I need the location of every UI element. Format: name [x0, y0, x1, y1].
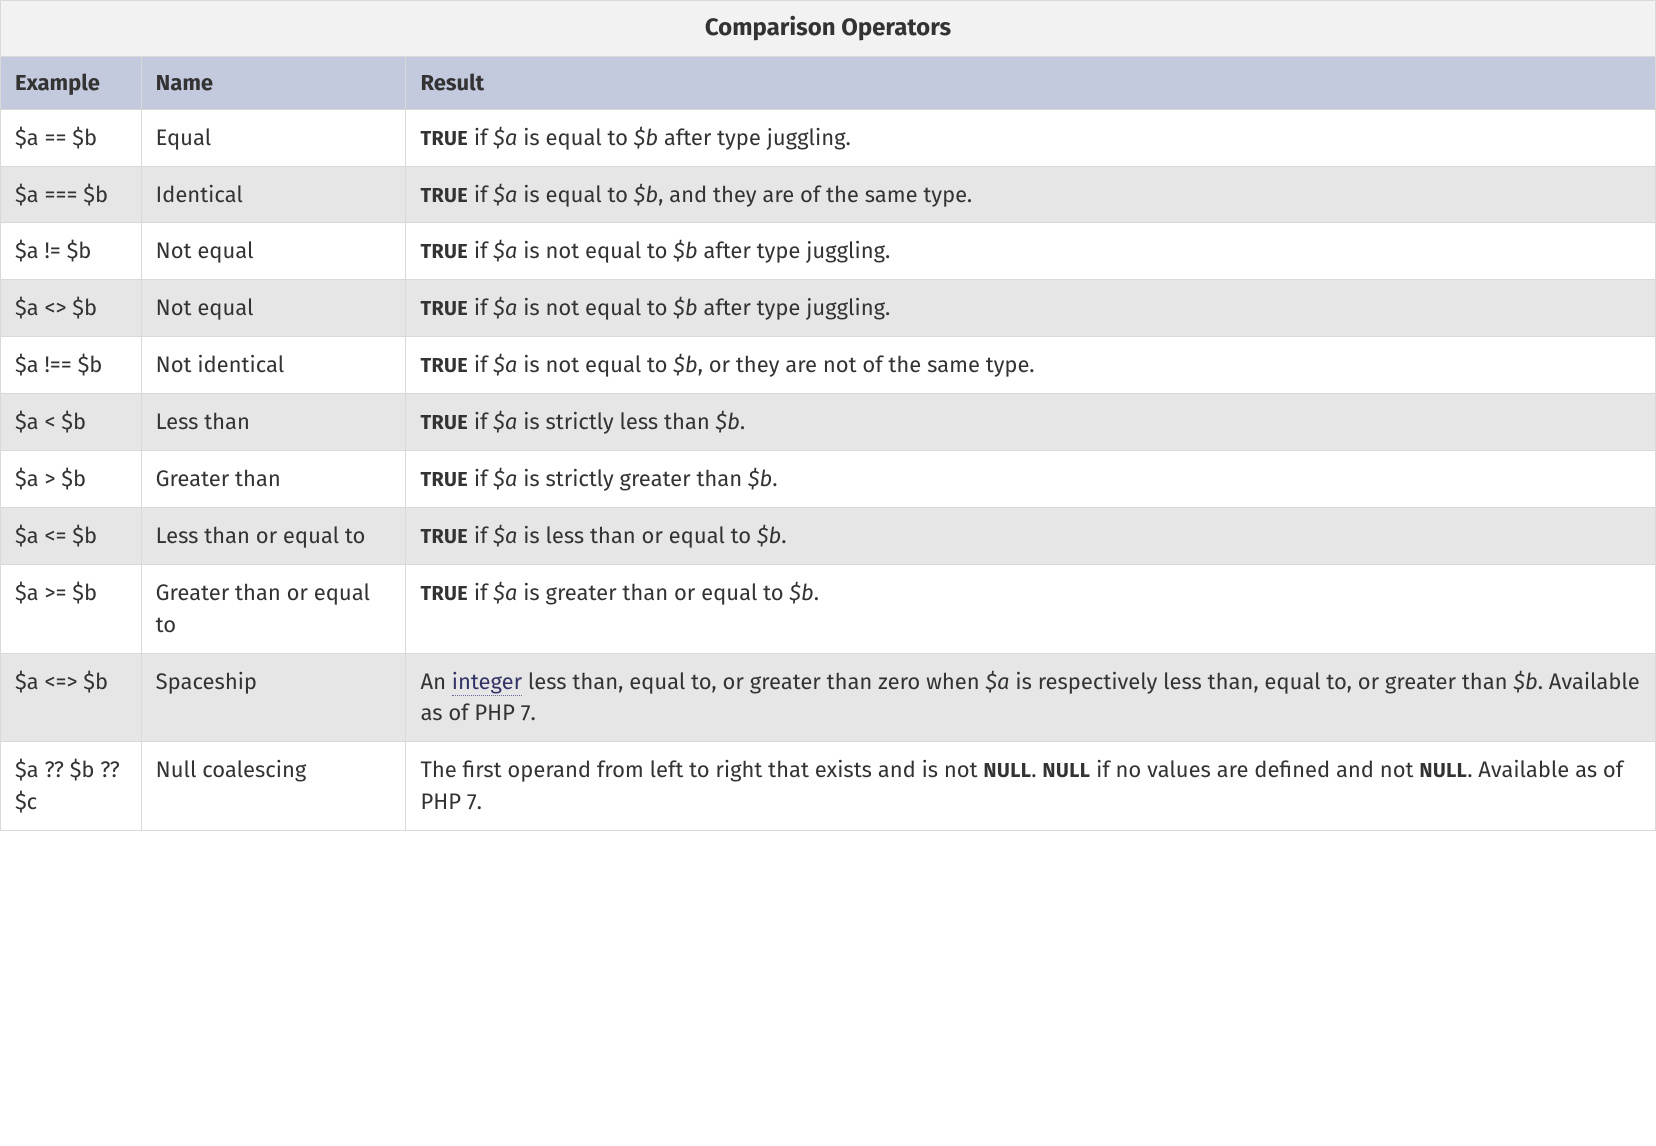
- variable: $a: [493, 124, 517, 151]
- comparison-operators-table: Comparison Operators Example Name Result…: [0, 0, 1656, 831]
- keyword-true: true: [420, 468, 468, 492]
- cell-example: $a != $b: [1, 223, 142, 280]
- cell-name: Less than or equal to: [141, 507, 406, 564]
- table-caption: Comparison Operators: [0, 0, 1656, 56]
- cell-example: $a <= $b: [1, 507, 142, 564]
- cell-example: $a > $b: [1, 451, 142, 508]
- cell-name: Not equal: [141, 280, 406, 337]
- variable: $a: [493, 237, 517, 264]
- cell-result: true if $a is less than or equal to $b.: [406, 507, 1656, 564]
- keyword-true: true: [420, 411, 468, 435]
- keyword-true: true: [420, 240, 468, 264]
- cell-example: $a <> $b: [1, 280, 142, 337]
- header-name: Name: [141, 56, 406, 109]
- variable: $a: [493, 579, 517, 606]
- table-row: $a <> $bNot equaltrue if $a is not equal…: [1, 280, 1656, 337]
- variable: $a: [493, 408, 517, 435]
- cell-result: An integer less than, equal to, or great…: [406, 653, 1656, 742]
- keyword-true: true: [420, 525, 468, 549]
- cell-example: $a !== $b: [1, 337, 142, 394]
- variable: $b: [673, 237, 697, 264]
- keyword-null: null: [1419, 759, 1467, 783]
- variable: $b: [673, 294, 697, 321]
- variable: $b: [716, 408, 740, 435]
- table-row: $a !== $bNot identicaltrue if $a is not …: [1, 337, 1656, 394]
- cell-name: Greater than: [141, 451, 406, 508]
- keyword-true: true: [420, 582, 468, 606]
- table-row: $a < $bLess thantrue if $a is strictly l…: [1, 394, 1656, 451]
- table-row: $a > $bGreater thantrue if $a is strictl…: [1, 451, 1656, 508]
- variable: $a: [493, 294, 517, 321]
- cell-name: Equal: [141, 109, 406, 166]
- cell-name: Not identical: [141, 337, 406, 394]
- variable: $a: [493, 351, 517, 378]
- cell-result: true if $a is equal to $b, and they are …: [406, 166, 1656, 223]
- header-example: Example: [1, 56, 142, 109]
- cell-name: Null coalescing: [141, 742, 406, 831]
- cell-name: Not equal: [141, 223, 406, 280]
- cell-result: true if $a is not equal to $b, or they a…: [406, 337, 1656, 394]
- cell-example: $a <=> $b: [1, 653, 142, 742]
- variable: $a: [493, 522, 517, 549]
- header-result: Result: [406, 56, 1656, 109]
- table-row: $a <= $bLess than or equal totrue if $a …: [1, 507, 1656, 564]
- keyword-true: true: [420, 127, 468, 151]
- cell-example: $a >= $b: [1, 564, 142, 653]
- cell-name: Identical: [141, 166, 406, 223]
- cell-result: true if $a is strictly less than $b.: [406, 394, 1656, 451]
- variable: $b: [673, 351, 697, 378]
- cell-example: $a ?? $b ?? $c: [1, 742, 142, 831]
- cell-name: Less than: [141, 394, 406, 451]
- table-header-row: Example Name Result: [1, 56, 1656, 109]
- variable: $a: [986, 668, 1010, 695]
- cell-result: true if $a is greater than or equal to $…: [406, 564, 1656, 653]
- keyword-true: true: [420, 354, 468, 378]
- variable: $b: [748, 465, 772, 492]
- cell-name: Spaceship: [141, 653, 406, 742]
- variable: $b: [757, 522, 781, 549]
- keyword-null: null: [1042, 759, 1090, 783]
- integer-link[interactable]: integer: [452, 668, 522, 696]
- cell-example: $a == $b: [1, 109, 142, 166]
- table-row: $a == $bEqualtrue if $a is equal to $b a…: [1, 109, 1656, 166]
- table-row: $a ?? $b ?? $cNull coalescingThe first o…: [1, 742, 1656, 831]
- cell-result: The first operand from left to right tha…: [406, 742, 1656, 831]
- table-row: $a === $bIdenticaltrue if $a is equal to…: [1, 166, 1656, 223]
- keyword-true: true: [420, 184, 468, 208]
- variable: $b: [634, 124, 658, 151]
- variable: $a: [493, 465, 517, 492]
- cell-result: true if $a is equal to $b after type jug…: [406, 109, 1656, 166]
- variable: $b: [634, 181, 658, 208]
- variable: $b: [1513, 668, 1537, 695]
- cell-result: true if $a is not equal to $b after type…: [406, 280, 1656, 337]
- cell-example: $a === $b: [1, 166, 142, 223]
- cell-example: $a < $b: [1, 394, 142, 451]
- table-row: $a <=> $bSpaceshipAn integer less than, …: [1, 653, 1656, 742]
- table-row: $a != $bNot equaltrue if $a is not equal…: [1, 223, 1656, 280]
- variable: $b: [789, 579, 813, 606]
- cell-result: true if $a is not equal to $b after type…: [406, 223, 1656, 280]
- cell-result: true if $a is strictly greater than $b.: [406, 451, 1656, 508]
- cell-name: Greater than or equal to: [141, 564, 406, 653]
- keyword-null: null: [983, 759, 1031, 783]
- table-row: $a >= $bGreater than or equal totrue if …: [1, 564, 1656, 653]
- variable: $a: [493, 181, 517, 208]
- keyword-true: true: [420, 297, 468, 321]
